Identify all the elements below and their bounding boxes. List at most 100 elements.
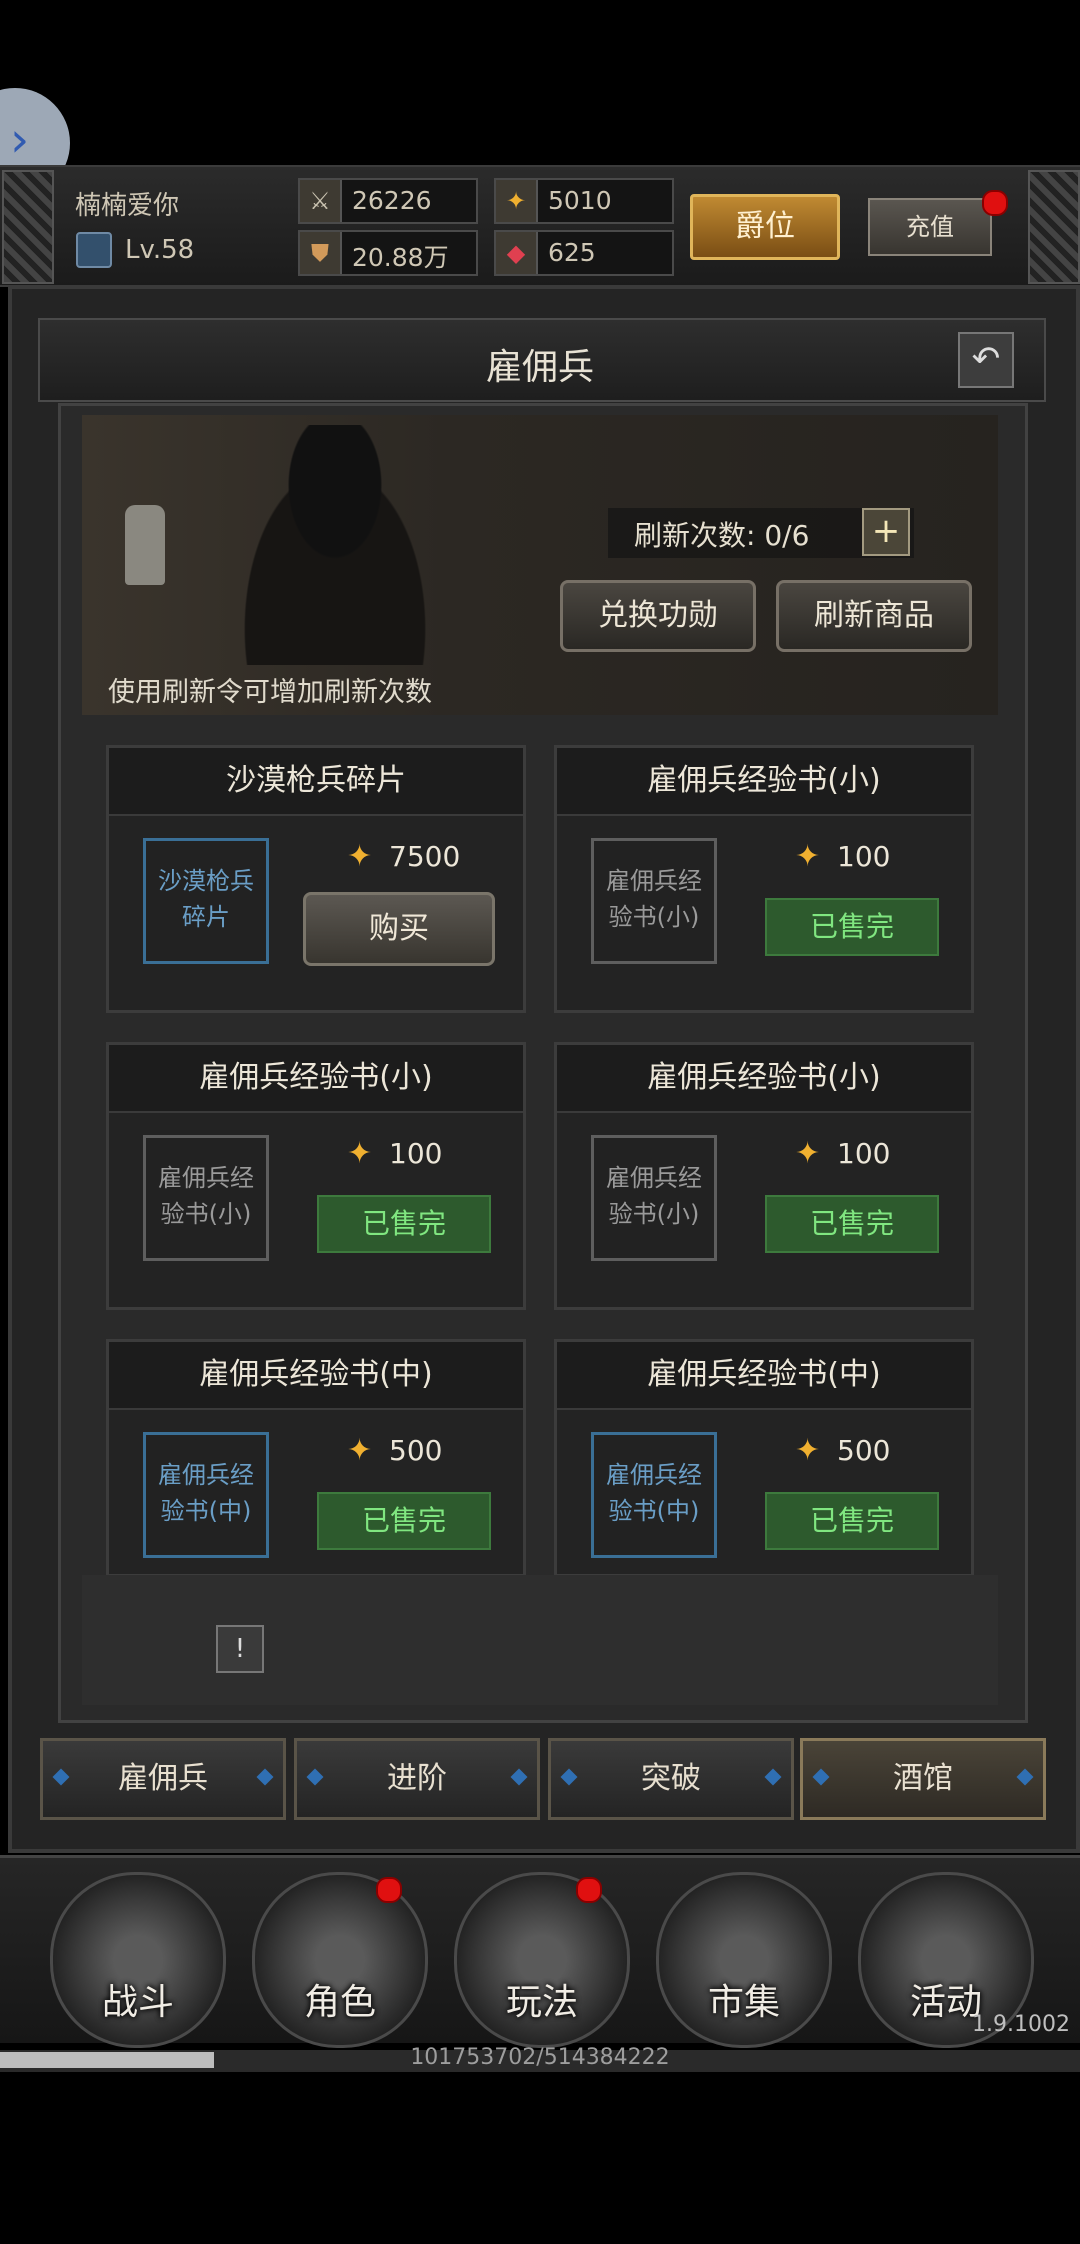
item-price: 100 [837,1137,891,1170]
tab-advance[interactable]: 进阶 [294,1738,540,1820]
nav-gameplay[interactable]: 玩法 [454,1872,630,2048]
rank-button[interactable]: 爵位 [690,194,840,260]
version-text: 1.9.1002 [972,2012,1070,2037]
refresh-count: 刷新次数: 0/6 [634,519,810,552]
power-stat: ⚔ 26226 [298,178,478,224]
shop-item-card: 雇佣兵经验书(中) 雇佣兵经验书(中) ✦ 500 已售完 [554,1339,974,1577]
sold-out-badge: 已售完 [765,898,939,956]
page-title: 雇佣兵 [485,347,594,388]
food-stat: ⛊ 20.88万 [298,230,478,276]
item-thumbnail[interactable]: 雇佣兵经验书(小) [143,1135,269,1261]
add-refresh-button[interactable]: + [862,508,910,556]
item-thumbnail[interactable]: 沙漠枪兵碎片 [143,838,269,964]
gold-coin-icon: ✦ [496,180,538,222]
nav-label: 角色 [303,1982,376,2023]
shop-item-card: 雇佣兵经验书(小) 雇佣兵经验书(小) ✦ 100 已售完 [554,745,974,1013]
gem-ornament-icon [560,1768,578,1786]
gold-coin-icon: ✦ [795,1433,821,1468]
gold-coin-icon: ✦ [795,839,821,874]
item-title: 雇佣兵经验书(小) [557,1045,971,1113]
item-title: 雇佣兵经验书(小) [109,1045,523,1113]
gold-coin-icon: ✦ [795,1136,821,1171]
loading-progress-text: 101753702/514384222 [410,2045,670,2070]
item-thumbnail-label: 雇佣兵经验书(小) [606,1164,702,1228]
gold-stat: ✦ 5010 [494,178,674,224]
rank-label: 爵位 [735,209,795,244]
item-thumbnail-label: 雇佣兵经验书(小) [158,1164,254,1228]
nav-market[interactable]: 市集 [656,1872,832,2048]
chevron-right-icon: › [10,112,30,168]
gem-stat: ◆ 625 [494,230,674,276]
gold-coin-icon: ✦ [347,1136,373,1171]
item-price: 100 [389,1137,443,1170]
tab-label: 雇佣兵 [118,1761,208,1796]
food-value: 20.88万 [352,243,449,272]
nav-label: 玩法 [505,1982,578,2023]
armor-icon: ⛊ [300,232,342,274]
power-value: 26226 [352,186,432,215]
item-price: 7500 [389,840,461,873]
back-button[interactable]: ↶ [958,332,1014,388]
gold-coin-icon: ✦ [347,839,373,874]
info-button[interactable]: ! [216,1625,264,1673]
item-title: 雇佣兵经验书(小) [557,748,971,816]
item-thumbnail[interactable]: 雇佣兵经验书(中) [143,1432,269,1558]
player-name: 楠楠爱你 [75,191,180,221]
refresh-goods-button[interactable]: 刷新商品 [776,580,972,652]
sold-out-badge: 已售完 [765,1492,939,1550]
sold-out-badge: 已售完 [765,1195,939,1253]
item-thumbnail-label: 雇佣兵经验书(中) [606,1461,702,1525]
exchange-merit-button[interactable]: 兑换功勋 [560,580,756,652]
recharge-notification-badge [982,190,1008,216]
refresh-hint: 使用刷新令可增加刷新次数 [108,677,432,708]
item-thumbnail[interactable]: 雇佣兵经验书(小) [591,838,717,964]
shop-item-card: 沙漠枪兵碎片 沙漠枪兵碎片 ✦ 7500 购买 [106,745,526,1013]
item-thumbnail[interactable]: 雇佣兵经验书(小) [591,1135,717,1261]
nav-label: 市集 [707,1982,780,2023]
shop-item-card: 雇佣兵经验书(小) 雇佣兵经验书(小) ✦ 100 已售完 [554,1042,974,1310]
nav-character[interactable]: 角色 [252,1872,428,2048]
sold-out-badge: 已售完 [317,1195,491,1253]
tavern-keeper-image [220,425,450,665]
gem-ornament-icon [764,1768,782,1786]
shop-item-card: 雇佣兵经验书(小) 雇佣兵经验书(小) ✦ 100 已售完 [106,1042,526,1310]
tab-label: 酒馆 [893,1761,953,1796]
gem-ornament-icon [510,1768,528,1786]
gold-coin-icon: ✦ [347,1433,373,1468]
gem-ornament-icon [52,1768,70,1786]
gem-ornament-icon [306,1768,324,1786]
item-price: 500 [389,1434,443,1467]
tab-label: 突破 [641,1761,701,1796]
character-notification-badge [376,1877,402,1903]
tab-tavern[interactable]: 酒馆 [800,1738,1046,1820]
sold-out-badge: 已售完 [317,1492,491,1550]
nav-battle[interactable]: 战斗 [50,1872,226,2048]
tab-label: 进阶 [387,1761,447,1796]
swords-icon: ⚔ [300,180,342,222]
item-thumbnail-label: 沙漠枪兵碎片 [158,867,254,931]
recharge-button[interactable]: 充值 [868,198,992,256]
jug-decoration [125,505,165,585]
gameplay-notification-badge [576,1877,602,1903]
gem-icon: ◆ [496,232,538,274]
left-ornament [2,170,54,284]
item-title: 沙漠枪兵碎片 [109,748,523,816]
nav-label: 战斗 [101,1982,174,2023]
item-price: 100 [837,840,891,873]
player-level: Lv.58 [125,235,195,265]
return-icon: ↶ [971,339,1001,379]
item-thumbnail-label: 雇佣兵经验书(小) [606,867,702,931]
item-price: 500 [837,1434,891,1467]
level-shield-icon [76,232,112,268]
shop-item-card: 雇佣兵经验书(中) 雇佣兵经验书(中) ✦ 500 已售完 [106,1339,526,1577]
tab-mercenary[interactable]: 雇佣兵 [40,1738,286,1820]
buy-button[interactable]: 购买 [303,892,495,966]
item-title: 雇佣兵经验书(中) [109,1342,523,1410]
gold-value: 5010 [548,186,612,215]
right-ornament [1028,170,1080,284]
recharge-label: 充值 [906,213,954,241]
tab-breakthrough[interactable]: 突破 [548,1738,794,1820]
gem-ornament-icon [1016,1768,1034,1786]
item-thumbnail[interactable]: 雇佣兵经验书(中) [591,1432,717,1558]
gem-ornament-icon [256,1768,274,1786]
